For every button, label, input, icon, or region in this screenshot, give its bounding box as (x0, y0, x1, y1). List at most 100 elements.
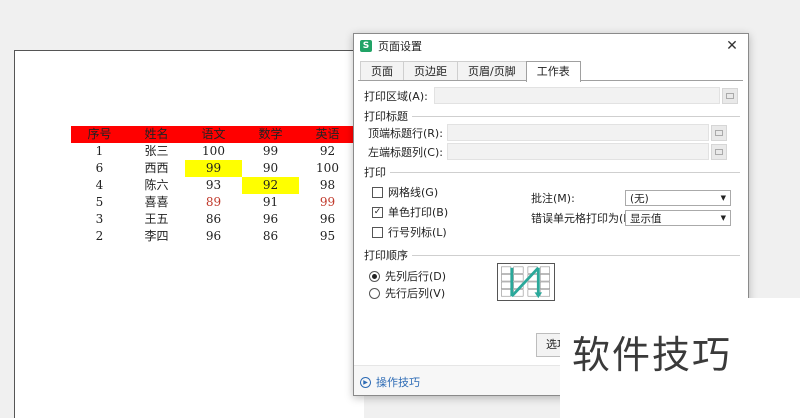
chevron-down-icon: ▼ (720, 194, 726, 202)
left-cols-input[interactable] (446, 143, 709, 160)
cell-errors-label: 错误单元格打印为(E): (531, 212, 639, 225)
row-col-headers-label: 行号列标(L) (388, 226, 447, 239)
cell-errors-select[interactable]: 显示值 ▼ (625, 210, 731, 226)
table-row: 1 张三 100 99 92 (71, 143, 356, 160)
comments-select-value: (无) (630, 192, 649, 205)
table-cell[interactable]: 陈六 (128, 177, 185, 194)
table-row: 3 王五 86 96 96 (71, 211, 356, 228)
table-header-cell: 姓名 (128, 126, 185, 143)
table-row: 4 陈六 93 92 98 (71, 177, 356, 194)
table-cell[interactable]: 96 (242, 211, 299, 228)
over-then-down-radio[interactable]: 先行后列(V) (369, 285, 445, 301)
table-cell-highlighted[interactable]: 99 (185, 160, 242, 177)
table-cell[interactable]: 86 (242, 228, 299, 245)
table-cell[interactable]: 100 (299, 160, 356, 177)
divider (390, 171, 740, 173)
sheet-preview: 序号 姓名 语文 数学 英语 1 张三 100 99 92 6 西西 99 90… (14, 50, 364, 418)
comments-label: 批注(M): (531, 192, 575, 205)
tab-bar: 页面 页边距 页眉/页脚 工作表 (360, 61, 581, 82)
operation-tips-link[interactable]: ▶ 操作技巧 (360, 374, 420, 390)
dialog-title: 页面设置 (378, 40, 422, 53)
table-cell[interactable]: 95 (299, 228, 356, 245)
table-cell[interactable]: 西西 (128, 160, 185, 177)
table-cell[interactable]: 96 (299, 211, 356, 228)
dialog-titlebar[interactable]: S 页面设置 ✕ (354, 34, 748, 58)
table-header-row: 序号 姓名 语文 数学 英语 (71, 126, 356, 143)
range-select-icon (725, 92, 734, 99)
table-row: 2 李四 96 86 95 (71, 228, 356, 245)
close-button[interactable]: ✕ (722, 38, 742, 54)
table-cell[interactable]: 96 (185, 228, 242, 245)
gridlines-label: 网格线(G) (388, 186, 439, 199)
tab-page[interactable]: 页面 (360, 61, 404, 81)
checkbox-unchecked-icon (372, 226, 383, 238)
divider (412, 254, 740, 256)
table-row: 6 西西 99 90 100 (71, 160, 356, 177)
app-logo-icon: S (360, 40, 372, 52)
table-cell[interactable]: 1 (71, 143, 128, 160)
table-cell[interactable]: 李四 (128, 228, 185, 245)
top-rows-label: 顶端标题行(R): (368, 126, 443, 140)
checkbox-unchecked-icon (372, 186, 383, 198)
table-cell[interactable]: 4 (71, 177, 128, 194)
mono-print-checkbox[interactable]: ✓ 单色打印(B) (372, 204, 448, 220)
table-cell-red-text[interactable]: 99 (299, 194, 356, 211)
table-cell[interactable]: 86 (185, 211, 242, 228)
down-then-over-label: 先列后行(D) (385, 270, 447, 283)
play-circle-icon: ▶ (360, 376, 371, 388)
table-cell-red-text[interactable]: 89 (185, 194, 242, 211)
left-cols-range-picker[interactable] (710, 143, 727, 160)
table-cell[interactable]: 90 (242, 160, 299, 177)
table-header-cell: 数学 (242, 126, 299, 143)
chevron-down-icon: ▼ (720, 214, 726, 222)
operation-tips-label: 操作技巧 (376, 376, 420, 389)
table-cell[interactable]: 91 (242, 194, 299, 211)
print-section-title: 打印 (364, 166, 386, 179)
table-cell[interactable]: 喜喜 (128, 194, 185, 211)
table-cell[interactable]: 6 (71, 160, 128, 177)
score-table: 序号 姓名 语文 数学 英语 1 张三 100 99 92 6 西西 99 90… (71, 126, 356, 245)
tab-margins[interactable]: 页边距 (403, 61, 458, 81)
table-cell[interactable]: 5 (71, 194, 128, 211)
print-order-section-title: 打印顺序 (364, 249, 408, 262)
watermark: 软件技巧 (560, 298, 800, 418)
table-cell[interactable]: 2 (71, 228, 128, 245)
range-select-icon (714, 148, 723, 155)
table-cell[interactable]: 王五 (128, 211, 185, 228)
table-cell[interactable]: 92 (299, 143, 356, 160)
down-then-over-radio[interactable]: 先列后行(D) (369, 268, 446, 284)
table-header-cell: 英语 (299, 126, 356, 143)
table-cell[interactable]: 100 (185, 143, 242, 160)
row-col-headers-checkbox[interactable]: 行号列标(L) (372, 224, 447, 240)
cell-errors-select-value: 显示值 (630, 212, 662, 225)
radio-unselected-icon (369, 287, 380, 299)
print-titles-section-title: 打印标题 (364, 110, 408, 123)
left-cols-label: 左端标题列(C): (368, 145, 443, 159)
table-header-cell: 序号 (71, 126, 128, 143)
divider (412, 115, 740, 117)
mono-print-label: 单色打印(B) (388, 206, 449, 219)
range-select-icon (714, 129, 723, 136)
table-cell[interactable]: 99 (242, 143, 299, 160)
print-area-label: 打印区域(A): (364, 89, 428, 103)
table-cell[interactable]: 3 (71, 211, 128, 228)
print-area-range-picker[interactable] (721, 87, 738, 104)
watermark-text: 软件技巧 (572, 333, 733, 377)
gridlines-checkbox[interactable]: 网格线(G) (372, 184, 438, 200)
checkbox-checked-icon: ✓ (372, 206, 383, 218)
tab-header-footer[interactable]: 页眉/页脚 (457, 61, 527, 81)
table-cell[interactable]: 93 (185, 177, 242, 194)
table-cell-highlighted[interactable]: 92 (242, 177, 299, 194)
table-cell[interactable]: 98 (299, 177, 356, 194)
comments-select[interactable]: (无) ▼ (625, 190, 731, 206)
page-order-diagram (497, 263, 555, 301)
table-header-cell: 语文 (185, 126, 242, 143)
table-cell[interactable]: 张三 (128, 143, 185, 160)
top-rows-range-picker[interactable] (710, 124, 727, 141)
over-then-down-label: 先行后列(V) (385, 287, 446, 300)
tab-sheet[interactable]: 工作表 (525, 61, 581, 82)
radio-selected-icon (369, 270, 380, 282)
table-row: 5 喜喜 89 91 99 (71, 194, 356, 211)
top-rows-input[interactable] (446, 124, 709, 141)
print-area-input[interactable] (433, 87, 720, 104)
